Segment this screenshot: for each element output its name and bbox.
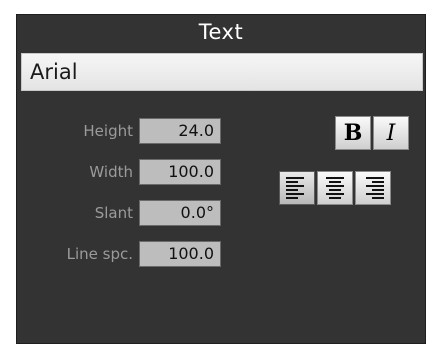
align-center-button[interactable] [317,171,353,205]
height-field[interactable]: 24.0 [139,118,221,144]
align-left-icon [286,177,308,199]
slant-field[interactable]: 0.0° [139,200,221,226]
italic-icon: I [386,120,396,146]
width-label: Width [89,163,133,181]
width-field[interactable]: 100.0 [139,159,221,185]
line-spacing-label: Line spc. [66,245,133,263]
align-right-icon [362,177,384,199]
align-left-button[interactable] [279,171,315,205]
line-spacing-field[interactable]: 100.0 [139,241,221,267]
italic-button[interactable]: I [373,116,409,150]
text-properties-panel: Text Arial Height 24.0 Width 100.0 Slant… [16,14,426,344]
height-label: Height [83,122,133,140]
align-center-icon [324,177,346,199]
panel-title: Text [198,20,244,44]
align-right-button[interactable] [355,171,391,205]
bold-button[interactable]: B [335,116,371,150]
bold-icon: B [343,120,363,146]
font-name-field[interactable]: Arial [21,53,423,91]
slant-label: Slant [94,204,133,222]
